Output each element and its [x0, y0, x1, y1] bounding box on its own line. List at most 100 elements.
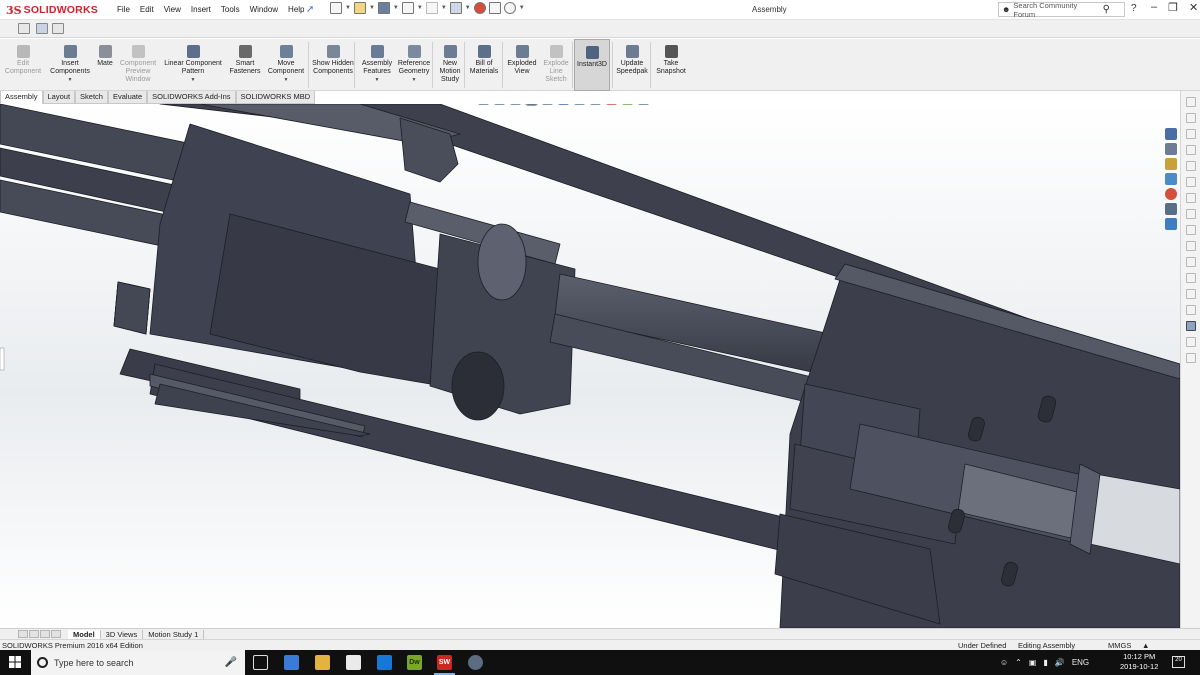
battery-icon[interactable]: ▮: [1043, 658, 1047, 667]
store-icon[interactable]: [284, 655, 299, 670]
graphics-area[interactable]: ◫ ◫ – ❐ ✕: [0, 104, 1180, 628]
point-icon[interactable]: [1186, 353, 1196, 363]
units-dropdown-icon[interactable]: ▲: [1142, 641, 1149, 650]
offset-icon[interactable]: [1186, 241, 1196, 251]
chevron-down-icon[interactable]: ▼: [284, 76, 289, 84]
show-hidden-components-button[interactable]: Show Hidden Components: [312, 39, 354, 91]
language-indicator[interactable]: ENG: [1072, 658, 1089, 667]
bill-of-materials-button[interactable]: Bill of Materials: [466, 39, 502, 91]
tab-sketch[interactable]: Sketch: [75, 91, 108, 104]
mail-icon[interactable]: [346, 655, 361, 670]
new-motion-study-button[interactable]: New Motion Study: [436, 39, 464, 91]
chevron-down-icon[interactable]: ▼: [191, 76, 196, 84]
appearances-icon[interactable]: [1165, 188, 1177, 200]
view-orientation-icon[interactable]: [558, 104, 569, 105]
prev-tab-icon[interactable]: [29, 629, 39, 638]
tab-evaluate[interactable]: Evaluate: [107, 91, 148, 104]
volume-icon[interactable]: 🔊: [1055, 658, 1065, 667]
zoom-to-area-icon[interactable]: [494, 104, 505, 105]
minimize-icon[interactable]: –: [1151, 1, 1157, 14]
task-view-icon[interactable]: [253, 655, 268, 670]
forum-icon[interactable]: [1165, 218, 1177, 230]
tab-layout[interactable]: Layout: [42, 91, 76, 104]
take-snapshot-button[interactable]: Take Snapshot: [653, 39, 689, 91]
new-document-icon[interactable]: [330, 2, 342, 14]
tab-addins[interactable]: SOLIDWORKS Add-Ins: [147, 91, 236, 104]
previous-view-icon[interactable]: [510, 104, 521, 105]
insert-components-button[interactable]: Insert Components ▼: [46, 39, 94, 91]
chamfer-icon[interactable]: [1186, 289, 1196, 299]
file-explorer-taskbar-icon[interactable]: [315, 655, 330, 670]
tab-3d-views[interactable]: 3D Views: [101, 629, 144, 639]
menu-tools[interactable]: Tools: [216, 4, 245, 15]
apply-scene-icon[interactable]: [622, 104, 633, 105]
notifications-icon[interactable]: 20: [1172, 656, 1185, 668]
search-box[interactable]: ☻ Search Community Forum ⚲: [998, 1, 1125, 19]
print-icon[interactable]: [401, 2, 414, 14]
display-style-icon[interactable]: [574, 104, 585, 105]
menu-file[interactable]: File: [112, 4, 135, 15]
circle-icon[interactable]: [1186, 145, 1196, 155]
solidworks-logo[interactable]: 3S SOLIDWORKS: [6, 3, 98, 17]
custom-properties-icon[interactable]: [1165, 203, 1177, 215]
undo-dropdown-icon[interactable]: ▼: [441, 5, 447, 11]
save-dropdown-icon[interactable]: ▼: [393, 5, 399, 11]
app-icon[interactable]: [468, 655, 483, 670]
menu-window[interactable]: Window: [245, 4, 283, 15]
explode-line-sketch-button[interactable]: Explode Line Sketch: [540, 39, 572, 91]
smart-fasteners-button[interactable]: Smart Fasteners: [228, 39, 262, 91]
mate-button[interactable]: Mate: [94, 39, 116, 91]
exploded-view-button[interactable]: Exploded View: [505, 39, 539, 91]
section-view-icon[interactable]: [525, 104, 538, 106]
polygon-icon[interactable]: [1186, 193, 1196, 203]
network-icon[interactable]: ▣: [1029, 658, 1037, 667]
trim-icon[interactable]: [1186, 225, 1196, 235]
rectangle-icon[interactable]: [1186, 129, 1196, 139]
options-gear-icon[interactable]: [503, 2, 516, 14]
file-properties-icon[interactable]: [488, 2, 501, 14]
mirror-icon[interactable]: [1186, 257, 1196, 267]
file-explorer-icon[interactable]: [1165, 158, 1177, 170]
tray-expand-icon[interactable]: ⌃: [1015, 658, 1022, 667]
taskbar-clock[interactable]: 10:12 PM 2019-10-12: [1120, 652, 1158, 672]
help-icon[interactable]: ?: [1131, 3, 1137, 14]
options-dropdown-icon[interactable]: ▼: [519, 5, 525, 11]
taskbar-search[interactable]: Type here to search 🎤: [31, 650, 245, 675]
units-status[interactable]: MMGS: [1108, 641, 1131, 650]
plane-icon[interactable]: [1186, 305, 1196, 315]
dynamic-annotation-icon[interactable]: [542, 104, 553, 105]
save-icon[interactable]: [377, 2, 390, 14]
microphone-icon[interactable]: 🎤: [225, 657, 237, 668]
select-dropdown-icon[interactable]: ▼: [465, 5, 471, 11]
print-dropdown-icon[interactable]: ▼: [417, 5, 423, 11]
edge-icon[interactable]: [377, 655, 392, 670]
menu-edit[interactable]: Edit: [135, 4, 159, 15]
smart-dimension-icon[interactable]: [1186, 97, 1196, 107]
assembly-features-button[interactable]: Assembly Features ▼: [358, 39, 396, 91]
hide-show-items-icon[interactable]: [590, 104, 601, 105]
last-tab-icon[interactable]: [51, 629, 61, 638]
reference-geometry-button[interactable]: Reference Geometry ▼: [396, 39, 432, 91]
chevron-down-icon[interactable]: ▼: [375, 76, 380, 84]
view-palette-icon[interactable]: [1165, 173, 1177, 185]
instant3d-button[interactable]: Instant3D: [574, 39, 610, 91]
move-component-button[interactable]: Move Component ▼: [264, 39, 308, 91]
record-video-icon[interactable]: [52, 23, 64, 34]
dreamweaver-icon[interactable]: Dw: [407, 655, 422, 670]
chevron-down-icon[interactable]: ▼: [412, 76, 417, 84]
tab-assembly[interactable]: Assembly: [0, 91, 43, 104]
edit-appearance-icon[interactable]: [606, 104, 617, 105]
rebuild-icon[interactable]: [473, 2, 486, 14]
undo-icon[interactable]: [425, 2, 438, 14]
solidworks-resources-icon[interactable]: [1165, 128, 1177, 140]
search-icon[interactable]: ⚲: [1103, 4, 1110, 15]
tab-model[interactable]: Model: [68, 629, 101, 639]
chevron-down-icon[interactable]: ▼: [68, 76, 73, 84]
linear-component-pattern-button[interactable]: Linear Component Pattern ▼: [160, 39, 226, 91]
open-folder-icon[interactable]: [353, 2, 366, 14]
arc-icon[interactable]: [1186, 161, 1196, 171]
relations-icon[interactable]: [1186, 321, 1196, 331]
solidworks-taskbar-icon[interactable]: SW: [434, 655, 455, 675]
design-library-icon[interactable]: [1165, 143, 1177, 155]
fillet-icon[interactable]: [1186, 273, 1196, 283]
